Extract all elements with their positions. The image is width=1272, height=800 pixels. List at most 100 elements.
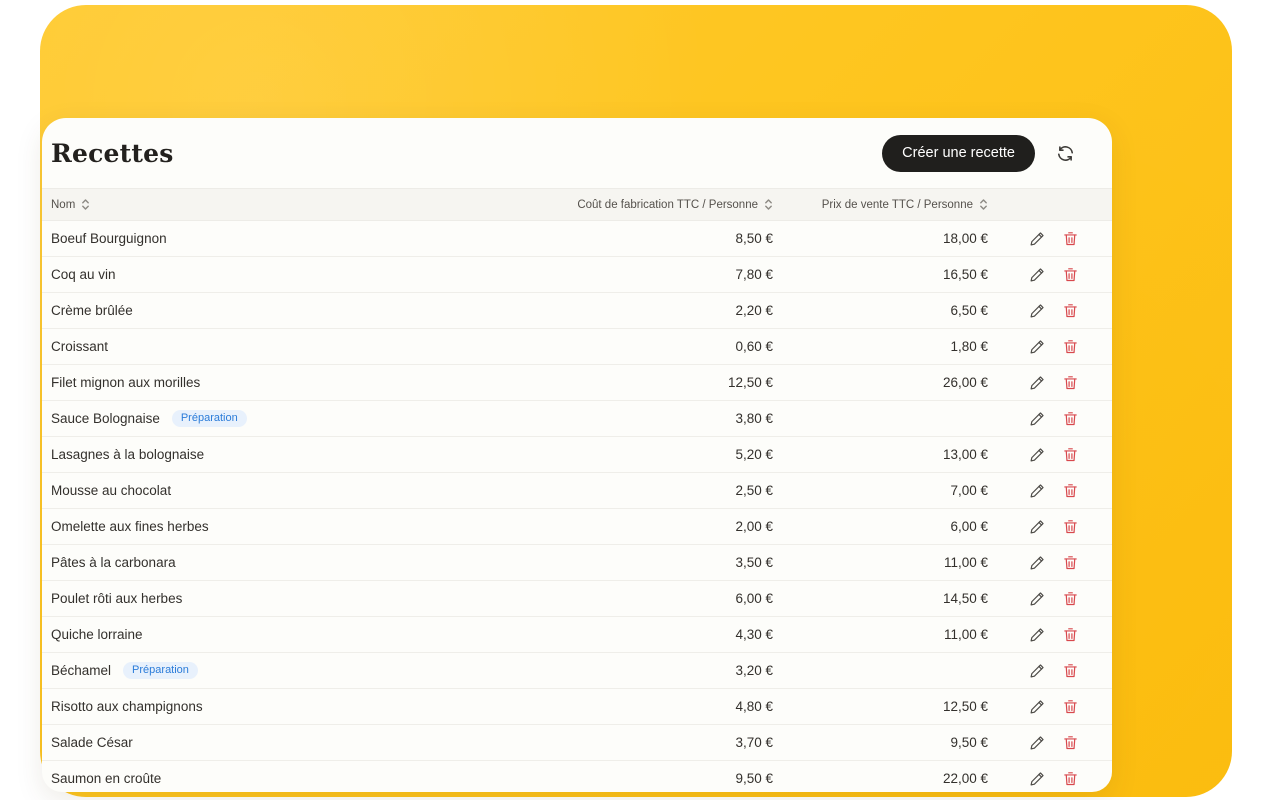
price-cell: 16,50 € xyxy=(775,267,990,282)
column-header-nom[interactable]: Nom xyxy=(42,198,535,211)
row-actions xyxy=(990,481,1112,501)
row-actions xyxy=(990,517,1112,537)
price-cell: 12,50 € xyxy=(775,699,990,714)
recipe-name-cell: Mousse au chocolat xyxy=(42,483,535,498)
edit-button[interactable] xyxy=(1027,661,1047,681)
delete-trash-icon xyxy=(1062,266,1079,283)
panel-header: Recettes Créer une recette xyxy=(42,118,1112,188)
table-row[interactable]: Quiche lorraine 4,30 € 11,00 € xyxy=(42,617,1112,653)
recipe-name: Béchamel xyxy=(51,663,111,678)
table-header-row: Nom Coût de fabrication TTC / Personne P… xyxy=(42,188,1112,221)
delete-button[interactable] xyxy=(1060,445,1080,465)
delete-button[interactable] xyxy=(1060,481,1080,501)
edit-pencil-icon xyxy=(1029,446,1046,463)
sort-icon xyxy=(764,198,773,211)
delete-trash-icon xyxy=(1062,662,1079,679)
create-recipe-button[interactable]: Créer une recette xyxy=(882,135,1035,172)
edit-pencil-icon xyxy=(1029,266,1046,283)
delete-button[interactable] xyxy=(1060,409,1080,429)
edit-button[interactable] xyxy=(1027,229,1047,249)
delete-button[interactable] xyxy=(1060,337,1080,357)
cost-cell: 2,20 € xyxy=(535,303,775,318)
cost-cell: 0,60 € xyxy=(535,339,775,354)
edit-button[interactable] xyxy=(1027,733,1047,753)
edit-button[interactable] xyxy=(1027,265,1047,285)
edit-button[interactable] xyxy=(1027,481,1047,501)
edit-button[interactable] xyxy=(1027,769,1047,789)
edit-button[interactable] xyxy=(1027,373,1047,393)
recipe-name: Poulet rôti aux herbes xyxy=(51,591,182,606)
recipe-name: Coq au vin xyxy=(51,267,116,282)
delete-button[interactable] xyxy=(1060,517,1080,537)
delete-button[interactable] xyxy=(1060,373,1080,393)
edit-button[interactable] xyxy=(1027,589,1047,609)
delete-button[interactable] xyxy=(1060,625,1080,645)
table-row[interactable]: Filet mignon aux morilles 12,50 € 26,00 … xyxy=(42,365,1112,401)
table-row[interactable]: Pâtes à la carbonara 3,50 € 11,00 € xyxy=(42,545,1112,581)
cost-cell: 2,00 € xyxy=(535,519,775,534)
cost-cell: 3,20 € xyxy=(535,663,775,678)
table-row[interactable]: Sauce Bolognaise Préparation 3,80 € xyxy=(42,401,1112,437)
recipe-name-cell: Salade César xyxy=(42,735,535,750)
price-cell: 26,00 € xyxy=(775,375,990,390)
recipe-name: Saumon en croûte xyxy=(51,771,161,786)
table-row[interactable]: Crème brûlée 2,20 € 6,50 € xyxy=(42,293,1112,329)
recipe-name: Boeuf Bourguignon xyxy=(51,231,167,246)
table-row[interactable]: Béchamel Préparation 3,20 € xyxy=(42,653,1112,689)
row-actions xyxy=(990,445,1112,465)
column-header-cout[interactable]: Coût de fabrication TTC / Personne xyxy=(535,198,775,211)
recipe-name: Lasagnes à la bolognaise xyxy=(51,447,204,462)
cost-cell: 7,80 € xyxy=(535,267,775,282)
table-row[interactable]: Poulet rôti aux herbes 6,00 € 14,50 € xyxy=(42,581,1112,617)
edit-button[interactable] xyxy=(1027,625,1047,645)
edit-button[interactable] xyxy=(1027,337,1047,357)
table-row[interactable]: Saumon en croûte 9,50 € 22,00 € xyxy=(42,761,1112,792)
recipe-name-cell: Boeuf Bourguignon xyxy=(42,231,535,246)
delete-button[interactable] xyxy=(1060,265,1080,285)
cost-cell: 9,50 € xyxy=(535,771,775,786)
edit-button[interactable] xyxy=(1027,517,1047,537)
row-actions xyxy=(990,229,1112,249)
price-cell: 14,50 € xyxy=(775,591,990,606)
delete-button[interactable] xyxy=(1060,553,1080,573)
delete-trash-icon xyxy=(1062,230,1079,247)
recipe-name: Filet mignon aux morilles xyxy=(51,375,200,390)
edit-pencil-icon xyxy=(1029,734,1046,751)
column-header-nom-label: Nom xyxy=(51,199,75,211)
column-header-prix[interactable]: Prix de vente TTC / Personne xyxy=(775,198,990,211)
row-actions xyxy=(990,661,1112,681)
edit-button[interactable] xyxy=(1027,553,1047,573)
edit-button[interactable] xyxy=(1027,697,1047,717)
delete-button[interactable] xyxy=(1060,229,1080,249)
table-row[interactable]: Mousse au chocolat 2,50 € 7,00 € xyxy=(42,473,1112,509)
row-actions xyxy=(990,337,1112,357)
edit-button[interactable] xyxy=(1027,445,1047,465)
delete-button[interactable] xyxy=(1060,769,1080,789)
recipe-name-cell: Saumon en croûte xyxy=(42,771,535,786)
recipe-name: Mousse au chocolat xyxy=(51,483,171,498)
row-actions xyxy=(990,769,1112,789)
delete-button[interactable] xyxy=(1060,661,1080,681)
edit-button[interactable] xyxy=(1027,409,1047,429)
cost-cell: 3,80 € xyxy=(535,411,775,426)
table-row[interactable]: Salade César 3,70 € 9,50 € xyxy=(42,725,1112,761)
price-cell: 22,00 € xyxy=(775,771,990,786)
edit-button[interactable] xyxy=(1027,301,1047,321)
delete-button[interactable] xyxy=(1060,697,1080,717)
table-row[interactable]: Croissant 0,60 € 1,80 € xyxy=(42,329,1112,365)
delete-button[interactable] xyxy=(1060,733,1080,753)
delete-button[interactable] xyxy=(1060,301,1080,321)
table-row[interactable]: Omelette aux fines herbes 2,00 € 6,00 € xyxy=(42,509,1112,545)
edit-pencil-icon xyxy=(1029,410,1046,427)
table-row[interactable]: Boeuf Bourguignon 8,50 € 18,00 € xyxy=(42,221,1112,257)
delete-trash-icon xyxy=(1062,698,1079,715)
table-row[interactable]: Coq au vin 7,80 € 16,50 € xyxy=(42,257,1112,293)
delete-trash-icon xyxy=(1062,770,1079,787)
table-row[interactable]: Risotto aux champignons 4,80 € 12,50 € xyxy=(42,689,1112,725)
table-row[interactable]: Lasagnes à la bolognaise 5,20 € 13,00 € xyxy=(42,437,1112,473)
recipe-name-cell: Filet mignon aux morilles xyxy=(42,375,535,390)
delete-button[interactable] xyxy=(1060,589,1080,609)
recipe-name: Sauce Bolognaise xyxy=(51,411,160,426)
refresh-button[interactable] xyxy=(1052,140,1078,166)
recipe-name-cell: Sauce Bolognaise Préparation xyxy=(42,410,535,427)
